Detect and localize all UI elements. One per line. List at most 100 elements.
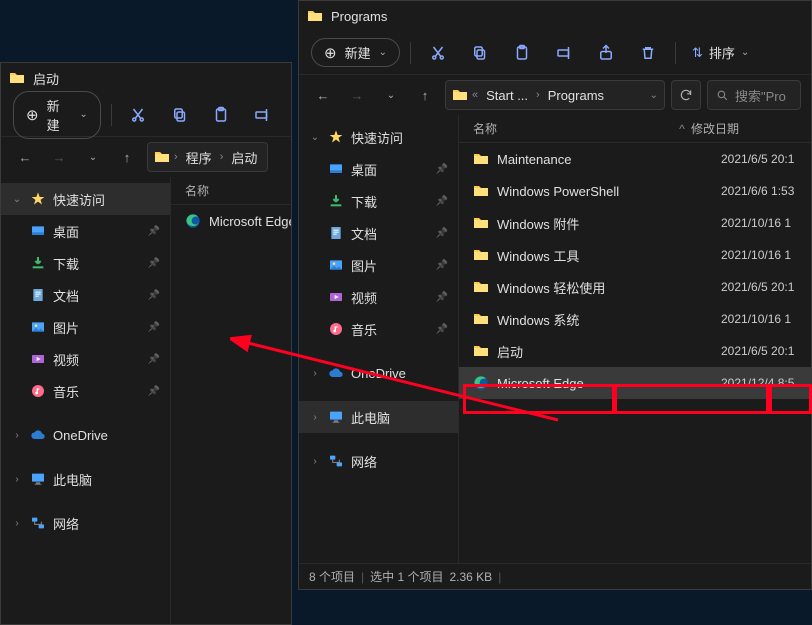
sidebar-item-music[interactable]: 音乐📌 xyxy=(299,313,458,345)
column-name[interactable]: 名称 xyxy=(473,120,673,137)
sidebar-item-doc[interactable]: 文档📌 xyxy=(1,279,170,311)
crumb-1[interactable]: 启动 xyxy=(227,148,261,167)
search-input[interactable]: 搜索"Pro xyxy=(707,80,801,110)
sidebar-item-desktop[interactable]: 桌面📌 xyxy=(299,153,458,185)
video-icon xyxy=(29,350,47,368)
file-item[interactable]: Microsoft Edge xyxy=(171,205,291,237)
chevron-icon: › xyxy=(11,518,23,529)
sidebar-item-star[interactable]: ⌄快速访问 xyxy=(299,121,458,153)
sort-button[interactable]: ⇅排序⌄ xyxy=(686,36,755,70)
sidebar-item-label: 网络 xyxy=(53,514,79,533)
file-date: 2021/6/5 20:1 xyxy=(721,280,811,294)
new-button[interactable]: ⊕ 新建 ⌄ xyxy=(311,38,400,67)
recent-button[interactable]: ⌄ xyxy=(377,81,405,109)
sidebar-item-network[interactable]: ›网络 xyxy=(299,445,458,477)
cut-icon[interactable] xyxy=(421,36,455,70)
refresh-button[interactable] xyxy=(671,80,701,110)
breadcrumb[interactable]: « Start ... › Programs ⌄ xyxy=(445,80,665,110)
copy-icon[interactable] xyxy=(163,98,196,132)
explorer-window-back: 启动 ⊕ 新建 ⌄ ← → ⌄ ↑ › 程序 › 启动 ⌄快速访问桌面📌下载📌文… xyxy=(0,62,292,625)
forward-button[interactable]: → xyxy=(343,81,371,109)
folder-icon xyxy=(307,8,323,24)
rename-icon[interactable] xyxy=(246,98,279,132)
separator: | xyxy=(361,570,364,584)
paste-icon[interactable] xyxy=(204,98,237,132)
sidebar-item-music[interactable]: 音乐📌 xyxy=(1,375,170,407)
chevron-icon: ⌄ xyxy=(309,132,321,143)
sidebar-item-desktop[interactable]: 桌面 📌 xyxy=(1,215,170,247)
sidebar-item-pc[interactable]: ›此电脑 xyxy=(1,463,170,495)
file-name: Maintenance xyxy=(497,152,713,167)
file-date: 2021/6/6 1:53 xyxy=(721,184,811,198)
sidebar-item-network[interactable]: › 网络 xyxy=(1,507,170,539)
cut-icon[interactable] xyxy=(122,98,155,132)
file-item[interactable]: Maintenance2021/6/5 20:1 xyxy=(459,143,811,175)
network-icon xyxy=(29,514,47,532)
window-title: Programs xyxy=(331,9,387,24)
crumb-current[interactable]: Programs xyxy=(544,88,608,103)
recent-button[interactable]: ⌄ xyxy=(79,143,107,171)
crumb-prefix[interactable]: Start ... xyxy=(482,88,532,103)
status-items: 8 个项目 xyxy=(309,568,355,585)
rename-icon[interactable] xyxy=(547,36,581,70)
file-item[interactable]: Windows 工具2021/10/16 1 xyxy=(459,239,811,271)
edge-icon xyxy=(473,375,489,391)
sidebar-item-doc[interactable]: 文档📌 xyxy=(299,217,458,249)
plus-icon: ⊕ xyxy=(324,44,337,62)
crumb-0[interactable]: 程序 xyxy=(182,148,216,167)
sidebar-item-download[interactable]: 下载📌 xyxy=(1,247,170,279)
sidebar-item-picture[interactable]: 图片📌 xyxy=(299,249,458,281)
file-item[interactable]: Windows 系统2021/10/16 1 xyxy=(459,303,811,335)
sidebar-item-label: OneDrive xyxy=(351,366,406,381)
file-item[interactable]: Windows PowerShell 2021/6/6 1:53 xyxy=(459,175,811,207)
sidebar-item-pc[interactable]: ›此电脑 xyxy=(299,401,458,433)
sidebar-item-label: 网络 xyxy=(351,452,377,471)
separator xyxy=(410,42,411,64)
pin-icon: 📌 xyxy=(148,226,160,237)
sidebar-item-cloud[interactable]: ›OneDrive xyxy=(1,419,170,451)
chevron-down-icon[interactable]: ⌄ xyxy=(650,90,658,101)
up-button[interactable]: ↑ xyxy=(113,143,141,171)
back-button[interactable]: ← xyxy=(309,81,337,109)
pin-icon: 📌 xyxy=(148,258,160,269)
column-headers[interactable]: 名称 xyxy=(171,177,291,205)
file-name: Windows 系统 xyxy=(497,310,713,329)
chevron-down-icon: ⌄ xyxy=(79,109,87,120)
new-button[interactable]: ⊕ 新建 ⌄ xyxy=(13,91,101,139)
file-item[interactable]: 启动2021/6/5 20:1 xyxy=(459,335,811,367)
breadcrumb[interactable]: › 程序 › 启动 xyxy=(147,142,268,172)
column-headers[interactable]: 名称 ^ 修改日期 xyxy=(459,115,811,143)
file-name: 启动 xyxy=(497,342,713,361)
file-item[interactable]: Microsoft Edge2021/12/4 8:5 xyxy=(459,367,811,399)
sidebar-item-star[interactable]: ⌄快速访问 xyxy=(1,183,170,215)
pin-icon: 📌 xyxy=(436,228,448,239)
file-name: Windows PowerShell xyxy=(497,184,713,199)
pin-icon: 📌 xyxy=(148,354,160,365)
chevron-left-icon: « xyxy=(472,89,478,101)
sidebar-item-label: 视频 xyxy=(53,350,79,369)
paste-icon[interactable] xyxy=(505,36,539,70)
cloud-icon xyxy=(29,426,47,444)
back-button[interactable]: ← xyxy=(11,143,39,171)
titlebar[interactable]: Programs xyxy=(299,1,811,31)
file-item[interactable]: Windows 轻松使用2021/6/5 20:1 xyxy=(459,271,811,303)
column-name[interactable]: 名称 xyxy=(185,182,291,199)
sidebar-item-download[interactable]: 下载📌 xyxy=(299,185,458,217)
chevron-right-icon: › xyxy=(220,151,224,163)
sidebar-item-picture[interactable]: 图片📌 xyxy=(1,311,170,343)
folder-icon xyxy=(473,343,489,359)
sidebar-item-video[interactable]: 视频📌 xyxy=(299,281,458,313)
music-icon xyxy=(327,320,345,338)
titlebar[interactable]: 启动 xyxy=(1,63,291,93)
column-date[interactable]: 修改日期 xyxy=(691,120,811,137)
copy-icon[interactable] xyxy=(463,36,497,70)
forward-button[interactable]: → xyxy=(45,143,73,171)
delete-icon[interactable] xyxy=(631,36,665,70)
sidebar-item-label: 桌面 xyxy=(53,222,79,241)
separator xyxy=(675,42,676,64)
file-item[interactable]: Windows 附件2021/10/16 1 xyxy=(459,207,811,239)
up-button[interactable]: ↑ xyxy=(411,81,439,109)
share-icon[interactable] xyxy=(589,36,623,70)
sidebar-item-cloud[interactable]: ›OneDrive xyxy=(299,357,458,389)
sidebar-item-video[interactable]: 视频 📌 xyxy=(1,343,170,375)
